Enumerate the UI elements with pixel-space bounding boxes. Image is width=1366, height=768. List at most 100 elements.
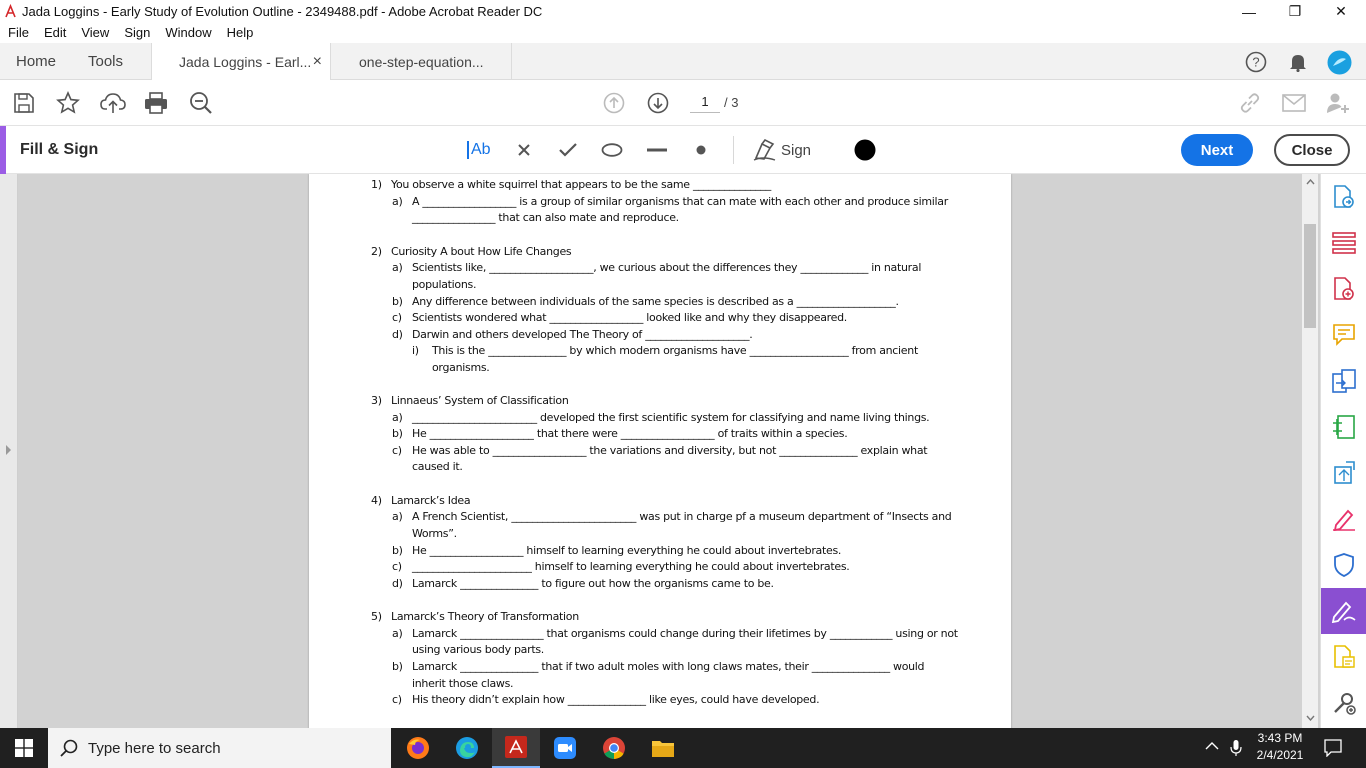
zoom-search-icon[interactable] (188, 91, 214, 115)
outline-number: c) (392, 444, 402, 457)
dot-tool-icon[interactable] (690, 138, 712, 162)
acrobat-taskbar-icon[interactable] (492, 728, 540, 768)
scroll-up-icon[interactable] (1306, 179, 1315, 185)
tab-home[interactable]: Home (16, 43, 56, 80)
microphone-icon[interactable] (1230, 739, 1242, 757)
notifications-icon[interactable] (1324, 739, 1342, 757)
next-page-icon[interactable] (646, 91, 670, 115)
menu-help[interactable]: Help (219, 23, 261, 43)
export-pdf-icon[interactable] (1321, 174, 1366, 220)
outline-text: ________________________ developed the f… (412, 411, 930, 424)
cross-mark-tool-icon[interactable] (513, 138, 535, 162)
edge-icon[interactable] (443, 728, 491, 768)
outline-number: 1) (371, 178, 382, 191)
scroll-down-icon[interactable] (1306, 715, 1315, 721)
cloud-upload-icon[interactable] (100, 91, 126, 115)
outline-text: using various body parts. (412, 643, 544, 656)
protect-shield-icon[interactable] (1321, 542, 1366, 588)
outline-text: Lamarck’s Idea (391, 494, 471, 507)
tab-close-icon[interactable]: × (313, 53, 322, 71)
sign-button[interactable]: Sign (753, 138, 811, 162)
left-panel-collapsed[interactable] (0, 174, 18, 728)
restore-button[interactable]: ❐ (1272, 0, 1318, 23)
acrobat-icon (4, 4, 17, 18)
account-avatar[interactable] (1326, 49, 1352, 75)
outline-number: c) (392, 560, 402, 573)
menu-file[interactable]: File (0, 23, 36, 43)
firefox-icon[interactable] (394, 728, 442, 768)
next-button[interactable]: Next (1181, 134, 1253, 166)
create-pdf-icon[interactable] (1321, 266, 1366, 312)
bookmark-star-icon[interactable] (56, 91, 80, 115)
notification-bell-icon[interactable] (1286, 50, 1310, 74)
line-tool-icon[interactable] (645, 138, 669, 162)
show-hidden-icons-icon[interactable] (1205, 741, 1219, 750)
add-text-tool[interactable]: Ab (467, 138, 491, 162)
chrome-icon[interactable] (590, 728, 638, 768)
windows-start-icon[interactable] (0, 728, 48, 768)
zoom-app-icon[interactable] (541, 728, 589, 768)
tab-document-label: Jada Loggins - Earl... (179, 54, 312, 70)
help-icon[interactable]: ? (1244, 50, 1268, 74)
sign-label: Sign (781, 141, 812, 159)
request-signatures-icon[interactable] (1321, 634, 1366, 680)
outline-number: 3) (371, 394, 382, 407)
close-window-button[interactable]: ✕ (1318, 0, 1364, 23)
windows-taskbar: Type here to search 3:43 PM 2/4/2021 (0, 728, 1366, 768)
outline-text: Darwin and others developed The Theory o… (412, 328, 753, 341)
checkmark-tool-icon[interactable] (557, 138, 579, 162)
outline-number: a) (392, 195, 403, 208)
organize-pages-icon[interactable] (1321, 220, 1366, 266)
outline-text: Lamarck’s Theory of Transformation (391, 610, 579, 623)
outline-text: Scientists wondered what _______________… (412, 311, 847, 324)
clock-date: 2/4/2021 (1256, 748, 1304, 762)
pdf-page[interactable]: 1) You observe a white squirrel that appe… (309, 174, 1011, 728)
tab-tools[interactable]: Tools (88, 43, 123, 80)
tab-document-2[interactable]: one-step-equation... (331, 43, 512, 80)
email-icon[interactable] (1281, 91, 1307, 115)
edit-pdf-icon[interactable] (1321, 404, 1366, 450)
outline-text: _______________________ himself to learn… (412, 560, 850, 573)
menu-view[interactable]: View (73, 23, 116, 43)
outline-number: 5) (371, 610, 382, 623)
pen-nib-icon (753, 139, 777, 161)
outline-number: b) (392, 427, 403, 440)
main-toolbar: 1 / 3 (0, 80, 1366, 126)
scrollbar-thumb[interactable] (1304, 224, 1316, 328)
circle-tool-icon[interactable] (600, 138, 624, 162)
more-tools-icon[interactable] (1321, 680, 1366, 726)
tab-document-active[interactable]: Jada Loggins - Earl... × (151, 43, 331, 81)
menu-sign[interactable]: Sign (116, 23, 157, 43)
comment-icon[interactable] (1321, 312, 1366, 358)
outline-number: 4) (371, 494, 382, 507)
outline-text: Scientists like, ____________________, w… (412, 261, 922, 274)
share-link-icon[interactable] (1237, 91, 1263, 115)
taskbar-search-box[interactable]: Type here to search (48, 728, 391, 768)
minimize-button[interactable]: — (1226, 0, 1272, 23)
print-icon[interactable] (143, 91, 169, 115)
color-picker-swatch[interactable] (853, 138, 877, 162)
previous-page-icon[interactable] (602, 91, 626, 115)
expand-panel-icon[interactable] (5, 444, 12, 456)
outline-text: ________________ that can also mate and … (412, 211, 679, 224)
send-for-review-icon[interactable] (1321, 450, 1366, 496)
page-number-input[interactable]: 1 (690, 91, 720, 113)
document-viewport[interactable]: 1) You observe a white squirrel that appe… (0, 174, 1320, 728)
outline-text: Lamarck _______________ to figure out ho… (412, 577, 774, 590)
outline-text: This is the _______________ by which mod… (432, 344, 918, 357)
combine-files-icon[interactable] (1321, 358, 1366, 404)
system-clock[interactable]: 3:43 PM 2/4/2021 (1250, 730, 1310, 764)
title-bar: Jada Loggins - Early Study of Evolution … (0, 0, 1366, 23)
menu-window[interactable]: Window (157, 23, 218, 43)
save-icon[interactable] (12, 91, 36, 115)
menu-edit[interactable]: Edit (36, 23, 73, 43)
search-placeholder: Type here to search (88, 739, 221, 757)
add-person-icon[interactable] (1325, 91, 1351, 115)
fill-sign-active-icon[interactable] (1321, 588, 1366, 634)
file-explorer-icon[interactable] (639, 728, 687, 768)
outline-number: c) (392, 311, 402, 324)
outline-number: c) (392, 693, 402, 706)
fill-sign-pen-icon[interactable] (1321, 496, 1366, 542)
close-fill-sign-button[interactable]: Close (1274, 134, 1350, 166)
outline-text: Curiosity A bout How Life Changes (391, 245, 572, 258)
